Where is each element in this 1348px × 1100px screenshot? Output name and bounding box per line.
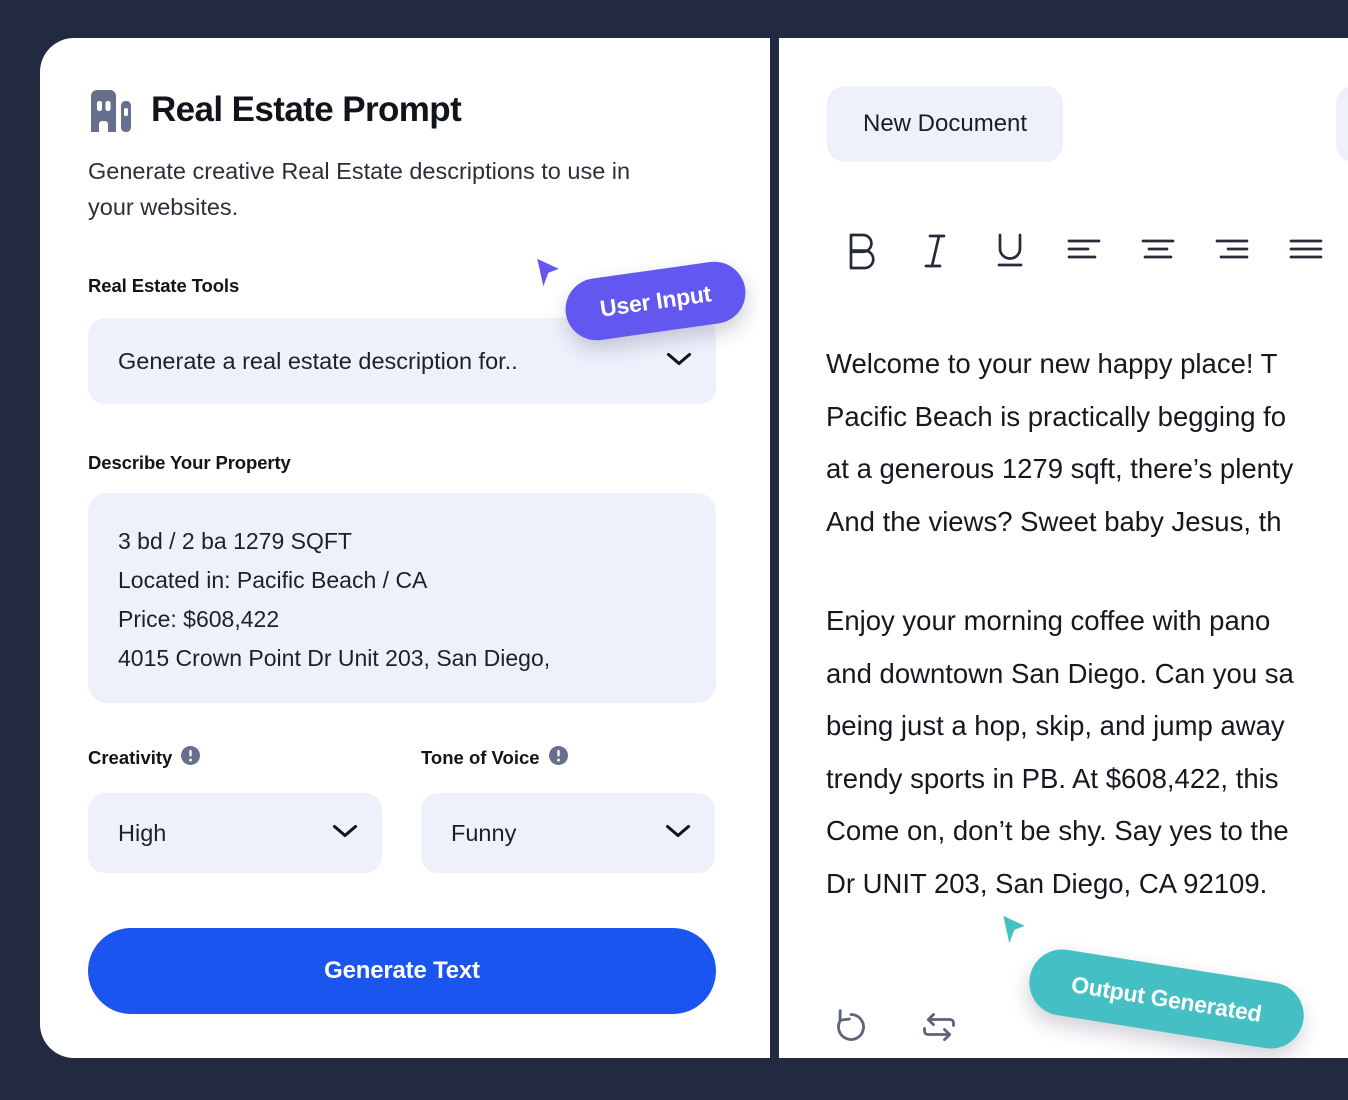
document-body[interactable]: Welcome to your new happy place! T Pacif… — [826, 338, 1348, 1058]
creativity-select[interactable]: High — [88, 793, 382, 873]
info-circle-icon[interactable] — [181, 746, 201, 770]
italic-icon[interactable] — [899, 227, 973, 275]
doc-line: Welcome to your new happy place! T — [826, 348, 1278, 379]
document-paragraph: Enjoy your morning coffee with pano and … — [826, 595, 1348, 910]
doc-line: being just a hop, skip, and jump away — [826, 710, 1285, 741]
creativity-label-text: Creativity — [88, 747, 173, 768]
doc-line: Pacific Beach is practically begging fo — [826, 400, 1287, 432]
app-card: Real Estate Prompt Generate creative Rea… — [40, 38, 1348, 1058]
editor-panel: New Document Welcome to your new happy p… — [779, 38, 1348, 1058]
panel-header: Real Estate Prompt — [88, 88, 462, 132]
describe-property-label: Describe Your Property — [88, 452, 291, 473]
tone-of-voice-label: Tone of Voice — [421, 746, 568, 770]
creativity-value: High — [118, 819, 167, 846]
generate-text-button[interactable]: Generate Text — [88, 928, 716, 1014]
chevron-down-icon — [332, 823, 358, 844]
align-justify-icon[interactable] — [1269, 227, 1343, 275]
doc-line: Enjoy your morning coffee with pano — [826, 605, 1271, 636]
pointer-arrow-icon — [997, 910, 1033, 954]
tab-new-document[interactable]: New Document — [827, 86, 1064, 162]
align-right-icon[interactable] — [1195, 227, 1269, 275]
real-estate-tools-label: Real Estate Tools — [88, 275, 240, 296]
building-icon — [88, 88, 134, 132]
tab-new-document-label: New Document — [863, 110, 1028, 137]
tone-of-voice-value: Funny — [451, 819, 517, 846]
chevron-down-icon — [665, 823, 691, 844]
doc-line: at a generous 1279 sqft, there’s plenty — [826, 453, 1294, 484]
annotation-user-input: User Input — [561, 257, 750, 345]
page-title: Real Estate Prompt — [151, 90, 462, 129]
tone-of-voice-select[interactable]: Funny — [421, 793, 715, 873]
tab-secondary[interactable] — [1336, 86, 1348, 162]
real-estate-tools-value: Generate a real estate description for.. — [118, 347, 518, 374]
app-frame: Real Estate Prompt Generate creative Rea… — [0, 0, 1348, 1100]
regenerate-icon[interactable] — [822, 998, 880, 1056]
editor-toolbar — [825, 226, 1345, 276]
panel-subtitle: Generate creative Real Estate descriptio… — [88, 158, 631, 221]
panel-divider — [770, 38, 779, 1058]
repeat-icon[interactable] — [910, 998, 968, 1056]
align-left-icon[interactable] — [1047, 227, 1121, 275]
creativity-label: Creativity — [88, 746, 201, 770]
describe-property-textarea[interactable]: 3 bd / 2 ba 1279 SQFT Located in: Pacifi… — [88, 493, 716, 703]
underline-icon[interactable] — [973, 227, 1047, 275]
document-actions — [822, 998, 968, 1056]
doc-line: And the views? Sweet baby Jesus, th — [826, 505, 1282, 537]
doc-line: and downtown San Diego. Can you sa — [826, 657, 1294, 689]
doc-line: trendy sports in PB. At $608,422, this — [826, 762, 1279, 794]
doc-line: Dr UNIT 203, San Diego, CA 92109. — [826, 867, 1268, 899]
bold-icon[interactable] — [825, 227, 899, 275]
align-center-icon[interactable] — [1121, 227, 1195, 275]
document-paragraph: Welcome to your new happy place! T Pacif… — [826, 338, 1348, 548]
info-circle-icon[interactable] — [548, 746, 568, 770]
tone-of-voice-label-text: Tone of Voice — [421, 747, 540, 768]
pointer-arrow-icon — [531, 253, 567, 297]
prompt-panel: Real Estate Prompt Generate creative Rea… — [40, 38, 770, 1058]
chevron-down-icon — [666, 351, 692, 372]
doc-line: Come on, don’t be shy. Say yes to the — [826, 815, 1289, 846]
